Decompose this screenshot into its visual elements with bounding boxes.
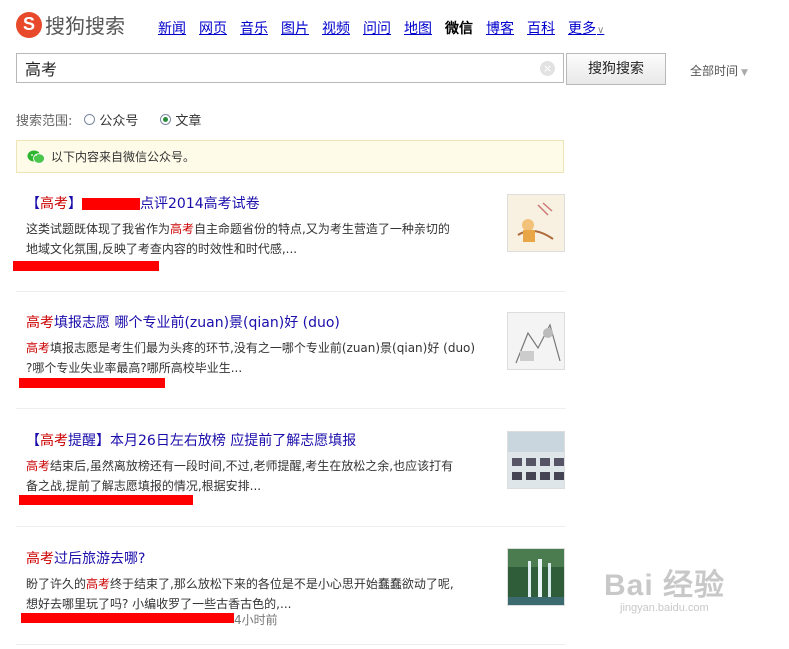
redaction-mark [82,198,140,210]
result-thumbnail[interactable] [507,431,565,489]
title-highlight: 高考 [26,315,54,331]
result-title-link[interactable]: 高考过后旅游去哪? [26,548,566,568]
nav-music[interactable]: 音乐 [240,18,268,38]
time-filter-dropdown[interactable]: 全部时间 ▼ [690,62,748,79]
result-title-link[interactable]: 【高考】 点评2014高考试卷 [26,193,566,213]
redaction-mark [19,378,165,388]
baidu-jingyan-watermark: Bai 经验 jingyan.baidu.com [604,560,725,614]
nav-more-label: 更多 [568,21,596,37]
desc-text: 终于结束了,那么放松下来的各位是不是小心思开始蠢蠢欲动了呢, [110,577,454,591]
result-item: 【高考提醒】本月26日左右放榜 应提前了解志愿填报 高考结束后,虽然离放榜还有一… [26,430,566,496]
sogou-logo-text: 搜狗搜索 [45,14,125,38]
search-input[interactable] [17,54,533,82]
desc-text: 结束后,虽然离放榜还有一段时间,不过,老师提醒,考生在放松之余,也应该打有 [50,459,454,473]
result-item: 【高考】 点评2014高考试卷 这类试题既体现了我省作为高考自主命题省份的特点,又… [26,193,566,259]
result-thumbnail[interactable] [507,194,565,252]
scope-radio-account[interactable] [84,114,96,125]
chevron-down-icon: ∨ [597,25,605,36]
result-title-link[interactable]: 【高考提醒】本月26日左右放榜 应提前了解志愿填报 [26,430,566,450]
desc-text: 这类试题既体现了我省作为 [26,222,171,236]
nav-images[interactable]: 图片 [281,18,309,38]
title-text: 试卷 [231,196,260,212]
search-box: × [16,53,564,83]
result-divider [16,408,566,409]
title-text: 】 [68,196,82,212]
redaction-mark [21,613,234,623]
title-text: 提醒】本月26日左右放榜 应提前了解志愿填报 [68,433,357,449]
result-item: 高考填报志愿 哪个专业前(zuan)景(qian)好 (duo) 高考填报志愿是… [26,312,566,378]
result-divider [16,644,566,645]
title-text: 点评2014 [140,196,204,212]
scope-label: 搜索范围: [16,114,73,129]
desc-text: 盼了许久的 [26,577,87,591]
thumbnail-image [508,549,564,605]
title-text: 过后旅游去哪? [54,551,146,567]
title-text: 【 [26,433,40,449]
thumbnail-image [508,313,564,369]
desc-highlight: 高考 [26,341,51,355]
nav-web[interactable]: 网页 [199,18,227,38]
title-text: 填报志愿 哪个专业前(zuan)景(qian)好 (duo) [54,315,340,331]
title-highlight: 高考 [26,551,54,567]
nav-map[interactable]: 地图 [404,18,432,38]
nav-news[interactable]: 新闻 [158,18,186,38]
nav-weixin[interactable]: 微信 [445,18,473,38]
thumbnail-image [508,195,564,251]
scope-option-article[interactable]: 文章 [175,110,201,129]
result-description: 高考填报志愿是考生们最为头疼的环节,没有之一哪个专业前(zuan)景(qian)… [26,338,496,378]
search-button[interactable]: 搜狗搜索 [566,53,666,85]
sogou-logo-icon: S [16,11,42,38]
title-text: 【 [26,196,40,212]
nav-video[interactable]: 视频 [322,18,350,38]
nav-blog[interactable]: 博客 [486,18,514,38]
nav-wenwen[interactable]: 问问 [363,18,391,38]
chevron-down-icon: ▼ [741,68,748,78]
scope-radio-article[interactable] [160,114,172,125]
desc-highlight: 高考 [170,222,195,236]
redaction-mark [13,261,159,271]
result-title-link[interactable]: 高考填报志愿 哪个专业前(zuan)景(qian)好 (duo) [26,312,566,332]
time-filter-label: 全部时间 [690,64,739,78]
watermark-main: Bai 经验 [604,569,726,602]
desc-text: ?哪个专业失业率最高?哪所高校毕业生... [26,361,243,375]
result-item: 高考过后旅游去哪? 盼了许久的高考终于结束了,那么放松下来的各位是不是小心思开始… [26,548,566,614]
result-divider [16,526,566,527]
sogou-logo[interactable]: S 搜狗搜索 [16,10,125,39]
top-nav: 新闻 网页 音乐 图片 视频 问问 地图 微信 博客 百科 更多∨ [158,18,617,38]
result-divider [16,291,566,292]
desc-text: 备之战,提前了解志愿填报的情况,根据安排... [26,479,262,493]
title-highlight: 高考 [40,433,68,449]
notice-text: 以下内容来自微信公众号。 [51,150,196,164]
title-highlight: 高考 [40,196,68,212]
desc-highlight: 高考 [26,459,51,473]
desc-highlight: 高考 [86,577,111,591]
desc-text: 自主命题省份的特点,又为考生营造了一种亲切的 [194,222,450,236]
result-description: 这类试题既体现了我省作为高考自主命题省份的特点,又为考生营造了一种亲切的 地域文… [26,219,496,259]
title-text: 高考 [203,196,232,212]
desc-text: 填报志愿是考生们最为头疼的环节,没有之一哪个专业前(zuan)景(qian)好 … [50,341,476,355]
search-scope: 搜索范围: 公众号 文章 [16,110,201,129]
result-time: 4小时前 [234,613,278,627]
clear-icon[interactable]: × [540,61,555,76]
wechat-icon [27,150,45,164]
result-description: 高考结束后,虽然离放榜还有一段时间,不过,老师提醒,考生在放松之余,也应该打有 … [26,456,496,496]
nav-baike[interactable]: 百科 [527,18,555,38]
desc-text: 地域文化氛围,反映了考查内容的时效性和时代感,... [26,242,298,256]
scope-option-account[interactable]: 公众号 [99,110,138,129]
redaction-mark [19,495,193,505]
result-description: 盼了许久的高考终于结束了,那么放松下来的各位是不是小心思开始蠢蠢欲动了呢, 想好… [26,574,496,614]
result-thumbnail[interactable] [507,312,565,370]
result-thumbnail[interactable] [507,548,565,606]
desc-text: 想好去哪里玩了吗? 小编收罗了一些古香古色的,... [26,597,292,611]
thumbnail-image [508,432,564,488]
wechat-notice: 以下内容来自微信公众号。 [16,140,564,173]
nav-more[interactable]: 更多∨ [568,18,604,38]
